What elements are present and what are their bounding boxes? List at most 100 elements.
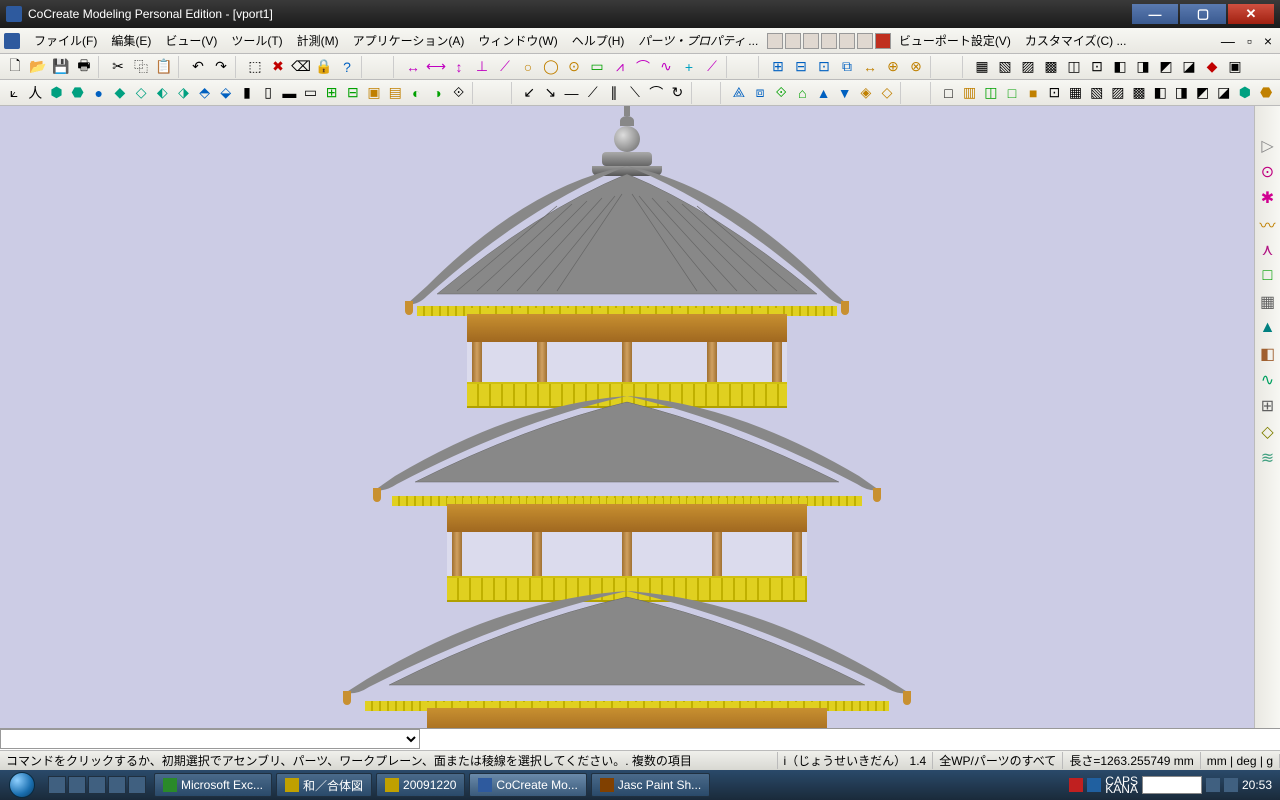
constraint-1-icon[interactable]: ⊞ bbox=[767, 56, 789, 78]
toolbar-toggle-icon-6[interactable] bbox=[857, 33, 873, 49]
solid-3-icon[interactable]: ⬖ bbox=[152, 82, 172, 104]
sweep-icon[interactable]: ▬ bbox=[279, 82, 299, 104]
taskbar-folder-2[interactable]: 20091220 bbox=[376, 773, 465, 797]
solid-6-icon[interactable]: ⬙ bbox=[216, 82, 236, 104]
view-6-icon[interactable]: ⊡ bbox=[1086, 56, 1108, 78]
tray-icon-2[interactable] bbox=[1087, 778, 1101, 792]
point-icon[interactable]: + bbox=[678, 56, 700, 78]
rect-icon[interactable]: ▭ bbox=[586, 56, 608, 78]
mod-1-icon[interactable]: ⟁ bbox=[729, 82, 749, 104]
sub-minimize-button[interactable]: — bbox=[1217, 33, 1239, 49]
mod-7-icon[interactable]: ◈ bbox=[856, 82, 876, 104]
ime-indicator[interactable]: CAPSKANA bbox=[1105, 777, 1138, 793]
menu-application[interactable]: アプリケーション(A) bbox=[347, 30, 471, 51]
mod-8-icon[interactable]: ◇ bbox=[877, 82, 897, 104]
view-12-icon[interactable]: ▣ bbox=[1224, 56, 1246, 78]
feature-5-icon[interactable]: ⟐ bbox=[449, 82, 469, 104]
solid-sphere-icon[interactable]: ● bbox=[89, 82, 109, 104]
sub-close-button[interactable]: × bbox=[1260, 33, 1276, 49]
wp-1-icon[interactable]: ⟀ bbox=[4, 82, 24, 104]
print-icon[interactable]: 🖶 bbox=[73, 56, 95, 78]
start-button[interactable] bbox=[2, 771, 42, 799]
feature-4-icon[interactable]: ◑ bbox=[427, 82, 447, 104]
menu-parts-properties[interactable]: パーツ・プロパティ ... bbox=[632, 30, 764, 51]
feature-1-icon[interactable]: ▣ bbox=[364, 82, 384, 104]
tray-search[interactable] bbox=[1142, 776, 1202, 794]
new-icon[interactable]: 🗋 bbox=[4, 56, 26, 78]
right-tool-0-icon[interactable]: ▷ bbox=[1258, 136, 1278, 156]
save-icon[interactable]: 💾 bbox=[50, 56, 72, 78]
spline-icon[interactable]: ∿ bbox=[655, 56, 677, 78]
ql-3-icon[interactable] bbox=[88, 776, 106, 794]
wp-2-icon[interactable]: 人 bbox=[25, 82, 45, 104]
taskbar-folder-1[interactable]: 和／合体図 bbox=[276, 773, 372, 797]
close-button[interactable]: ✕ bbox=[1228, 4, 1274, 24]
tray-network-icon[interactable] bbox=[1206, 778, 1220, 792]
sel-13-icon[interactable]: ◩ bbox=[1192, 82, 1212, 104]
taskbar-cocreate[interactable]: CoCreate Mo... bbox=[469, 773, 586, 797]
menu-customize[interactable]: カスタマイズ(C) ... bbox=[1019, 30, 1133, 51]
bool-1-icon[interactable]: ⊞ bbox=[322, 82, 342, 104]
constraint-3-icon[interactable]: ⊡ bbox=[813, 56, 835, 78]
copy-icon[interactable]: ⿻ bbox=[130, 56, 152, 78]
delete-icon[interactable]: ⌫ bbox=[290, 56, 312, 78]
sel-12-icon[interactable]: ◨ bbox=[1171, 82, 1191, 104]
toolbar-toggle-icon-7[interactable] bbox=[875, 33, 891, 49]
tray-icon-1[interactable] bbox=[1069, 778, 1083, 792]
circle-3-icon[interactable]: ⊙ bbox=[563, 56, 585, 78]
lock-icon[interactable]: 🔒 bbox=[313, 56, 335, 78]
revolve-icon[interactable]: ▯ bbox=[258, 82, 278, 104]
line-vert-icon[interactable]: ↕ bbox=[448, 56, 470, 78]
menu-window[interactable]: ウィンドウ(W) bbox=[472, 30, 563, 51]
edge-7-icon[interactable]: ⌒ bbox=[646, 82, 666, 104]
toolbar-toggle-icon-3[interactable] bbox=[803, 33, 819, 49]
paste-icon[interactable]: 📋 bbox=[153, 56, 175, 78]
select-icon[interactable]: ⬚ bbox=[244, 56, 266, 78]
view-9-icon[interactable]: ◩ bbox=[1155, 56, 1177, 78]
dim-3-icon[interactable]: ⊗ bbox=[905, 56, 927, 78]
tray-volume-icon[interactable] bbox=[1224, 778, 1238, 792]
toolbar-toggle-icon-5[interactable] bbox=[839, 33, 855, 49]
maximize-button[interactable]: ▢ bbox=[1180, 4, 1226, 24]
sel-5-icon[interactable]: ■ bbox=[1023, 82, 1043, 104]
menu-edit[interactable]: 編集(E) bbox=[105, 30, 157, 51]
menu-viewport-settings[interactable]: ビューポート設定(V) bbox=[893, 30, 1017, 51]
sel-7-icon[interactable]: ▦ bbox=[1065, 82, 1085, 104]
edge-5-icon[interactable]: ∥ bbox=[604, 82, 624, 104]
sub-restore-button[interactable]: ▫ bbox=[1243, 33, 1256, 49]
tray-clock[interactable]: 20:53 bbox=[1242, 778, 1272, 792]
sel-8-icon[interactable]: ▧ bbox=[1087, 82, 1107, 104]
toolbar-toggle-icon-1[interactable] bbox=[767, 33, 783, 49]
right-tool-1-icon[interactable]: ⊙ bbox=[1258, 162, 1278, 182]
solid-5-icon[interactable]: ⬘ bbox=[195, 82, 215, 104]
cut-icon[interactable]: ✂ bbox=[107, 56, 129, 78]
solid-2-icon[interactable]: ◇ bbox=[131, 82, 151, 104]
right-tool-9-icon[interactable]: ∿ bbox=[1258, 370, 1278, 390]
right-tool-6-icon[interactable]: ▦ bbox=[1258, 292, 1278, 312]
right-tool-5-icon[interactable]: □ bbox=[1258, 266, 1278, 286]
bool-2-icon[interactable]: ⊟ bbox=[343, 82, 363, 104]
ql-4-icon[interactable] bbox=[108, 776, 126, 794]
circle-2-icon[interactable]: ◯ bbox=[540, 56, 562, 78]
gear-icon[interactable] bbox=[4, 33, 20, 49]
sel-4-icon[interactable]: □ bbox=[1002, 82, 1022, 104]
loft-icon[interactable]: ▭ bbox=[300, 82, 320, 104]
view-1-icon[interactable]: ▦ bbox=[971, 56, 993, 78]
sel-6-icon[interactable]: ⊡ bbox=[1044, 82, 1064, 104]
line-horiz-icon[interactable]: ⟷ bbox=[425, 56, 447, 78]
undo-icon[interactable]: ↶ bbox=[187, 56, 209, 78]
cancel-icon[interactable]: ✖ bbox=[267, 56, 289, 78]
mod-3-icon[interactable]: ⟐ bbox=[771, 82, 791, 104]
view-2-icon[interactable]: ▧ bbox=[994, 56, 1016, 78]
dim-2-icon[interactable]: ⊕ bbox=[882, 56, 904, 78]
open-icon[interactable]: 📂 bbox=[27, 56, 49, 78]
solid-1-icon[interactable]: ◆ bbox=[110, 82, 130, 104]
menu-file[interactable]: ファイル(F) bbox=[28, 30, 103, 51]
sel-14-icon[interactable]: ◪ bbox=[1214, 82, 1234, 104]
view-8-icon[interactable]: ◨ bbox=[1132, 56, 1154, 78]
toolbar-toggle-icon-2[interactable] bbox=[785, 33, 801, 49]
right-tool-10-icon[interactable]: ⊞ bbox=[1258, 396, 1278, 416]
right-tool-12-icon[interactable]: ≋ bbox=[1258, 448, 1278, 468]
edge-8-icon[interactable]: ↻ bbox=[667, 82, 687, 104]
taskbar-psp[interactable]: Jasc Paint Sh... bbox=[591, 773, 710, 797]
